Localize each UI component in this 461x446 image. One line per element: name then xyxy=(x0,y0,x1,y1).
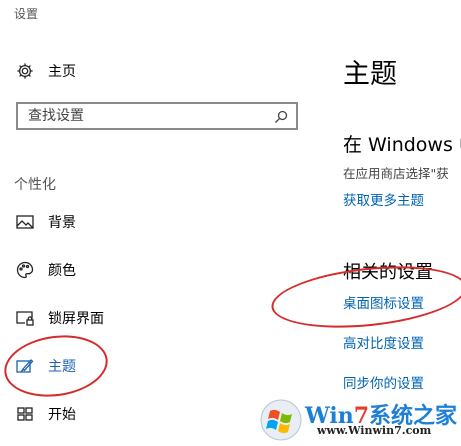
palette-icon xyxy=(14,259,36,281)
search-icon[interactable] xyxy=(274,109,288,123)
sidebar-item-label: 锁屏界面 xyxy=(48,311,104,327)
related-settings-heading: 相关的设置 xyxy=(343,262,433,283)
lock-screen-icon xyxy=(14,307,36,329)
sidebar-item-lock-screen[interactable]: 锁屏界面 xyxy=(14,305,104,331)
sidebar-item-label: 主页 xyxy=(48,64,76,80)
desktop-icon-settings-link[interactable]: 桌面图标设置 xyxy=(343,292,424,312)
sidebar-item-label: 背景 xyxy=(48,215,76,231)
main-content: 主题 在 Windows 中 在应用商店选择"获 获取更多主题 相关的设置 桌面… xyxy=(330,0,461,444)
watermark-url: www.Winwin7.com xyxy=(317,424,432,437)
sidebar-item-start[interactable]: 开始 xyxy=(14,401,76,427)
windows-description: 在应用商店选择"获 xyxy=(343,166,449,181)
sidebar-item-label: 颜色 xyxy=(48,263,76,279)
sync-settings-link[interactable]: 同步你的设置 xyxy=(343,372,424,392)
picture-icon xyxy=(14,211,36,233)
search-box[interactable] xyxy=(16,102,298,130)
sidebar-item-themes[interactable]: 主题 xyxy=(14,353,76,379)
sidebar-item-label: 主题 xyxy=(48,359,76,375)
start-grid-icon xyxy=(14,403,36,425)
windows-heading: 在 Windows 中 xyxy=(343,134,461,156)
sidebar-item-colors[interactable]: 颜色 xyxy=(14,257,76,283)
sidebar-item-background[interactable]: 背景 xyxy=(14,209,76,235)
section-heading-personalization: 个性化 xyxy=(14,177,56,193)
get-more-themes-link[interactable]: 获取更多主题 xyxy=(343,189,424,209)
gear-icon xyxy=(14,60,36,82)
search-input[interactable] xyxy=(18,104,268,128)
theme-brush-icon xyxy=(14,355,36,377)
sidebar-item-home[interactable]: 主页 xyxy=(14,58,76,84)
high-contrast-settings-link[interactable]: 高对比度设置 xyxy=(343,332,424,352)
window-title: 设置 xyxy=(14,7,39,21)
sidebar-item-label: 开始 xyxy=(48,407,76,423)
windows-logo-icon xyxy=(259,398,303,446)
page-title: 主题 xyxy=(343,59,397,90)
watermark: Win7系统之家 www.Winwin7.com xyxy=(259,398,457,442)
